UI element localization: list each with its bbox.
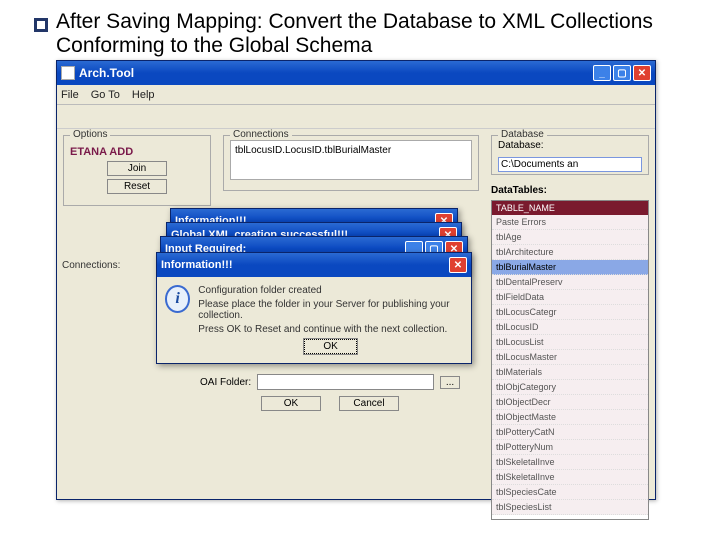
- connections-group: Connections tblLocusID.LocusID.tblBurial…: [223, 135, 479, 191]
- dialog-info-front-title: Information!!!: [161, 259, 232, 271]
- table-row[interactable]: tblFieldData: [492, 290, 648, 305]
- close-button[interactable]: ✕: [633, 65, 651, 81]
- minimize-button[interactable]: _: [593, 65, 611, 81]
- table-row[interactable]: tblObjectDecr: [492, 395, 648, 410]
- database-group: Database Database:: [491, 135, 649, 175]
- database-label: Database:: [498, 140, 642, 151]
- database-path-input[interactable]: [498, 157, 642, 172]
- join-button[interactable]: Join: [107, 161, 167, 176]
- menu-goto[interactable]: Go To: [91, 89, 120, 101]
- slide-title: After Saving Mapping: Convert the Databa…: [56, 10, 696, 58]
- options-group: Options ETANA ADD Join Reset: [63, 135, 211, 206]
- table-row[interactable]: tblLocusID: [492, 320, 648, 335]
- oai-cancel-button[interactable]: Cancel: [339, 396, 399, 411]
- connections-list[interactable]: tblLocusID.LocusID.tblBurialMaster: [230, 140, 472, 180]
- table-row[interactable]: tblDentalPreserv: [492, 275, 648, 290]
- table-row[interactable]: tblLocusCategr: [492, 305, 648, 320]
- table-row[interactable]: tblLocusList: [492, 335, 648, 350]
- dialog-info-front: Information!!! ✕ i Configuration folder …: [156, 252, 472, 364]
- datatables-title: DataTables:: [491, 185, 649, 196]
- table-row[interactable]: tblSkeletalInve: [492, 455, 648, 470]
- table-row[interactable]: tblSpeciesCate: [492, 485, 648, 500]
- table-row[interactable]: tblObjCategory: [492, 380, 648, 395]
- reset-button[interactable]: Reset: [107, 179, 167, 194]
- dialog-info-front-text: Configuration folder created Please plac…: [198, 285, 463, 354]
- table-row[interactable]: tblArchitecture: [492, 245, 648, 260]
- table-row[interactable]: tblAge: [492, 230, 648, 245]
- maximize-button[interactable]: ▢: [613, 65, 631, 81]
- app-icon: [61, 66, 75, 80]
- oai-ok-button[interactable]: OK: [261, 396, 321, 411]
- table-row[interactable]: tblBurialMaster: [492, 260, 648, 275]
- table-row[interactable]: tblMaterials: [492, 365, 648, 380]
- dialog-info-front-titlebar[interactable]: Information!!! ✕: [157, 253, 471, 277]
- database-group-title: Database: [498, 129, 547, 140]
- options-name: ETANA ADD: [70, 146, 204, 158]
- connections-group-title: Connections: [230, 129, 292, 140]
- options-group-title: Options: [70, 129, 110, 140]
- table-row[interactable]: tblSpeciesList: [492, 500, 648, 515]
- datatables-header: TABLE_NAME: [492, 201, 648, 215]
- app-title: Arch.Tool: [79, 66, 134, 80]
- oai-browse-button[interactable]: ...: [440, 376, 460, 389]
- table-row[interactable]: tblLocusMaster: [492, 350, 648, 365]
- oai-label: OAI Folder:: [200, 377, 251, 388]
- menu-help[interactable]: Help: [132, 89, 155, 101]
- oai-folder-input[interactable]: [257, 374, 434, 390]
- dialog-info-front-close[interactable]: ✕: [449, 257, 467, 273]
- archtool-titlebar[interactable]: Arch.Tool _ ▢ ✕: [57, 61, 655, 85]
- oai-area: OAI Folder: ... OK Cancel: [200, 374, 460, 411]
- table-row[interactable]: tblObjectMaste: [492, 410, 648, 425]
- table-row[interactable]: tblPotteryCatN: [492, 425, 648, 440]
- slide-bullet: [34, 18, 48, 32]
- connections-lower-label: Connections:: [62, 260, 120, 271]
- dialog-info-front-ok[interactable]: OK: [304, 339, 356, 354]
- menu-file[interactable]: File: [61, 89, 79, 101]
- menubar: File Go To Help: [57, 85, 655, 105]
- table-row[interactable]: tblSkeletalInve: [492, 470, 648, 485]
- table-row[interactable]: Paste Errors: [492, 215, 648, 230]
- toolbar: [57, 105, 655, 129]
- table-row[interactable]: tblPotteryNum: [492, 440, 648, 455]
- datatables-list[interactable]: TABLE_NAME Paste ErrorstblAgetblArchitec…: [491, 200, 649, 520]
- info-icon: i: [165, 285, 190, 313]
